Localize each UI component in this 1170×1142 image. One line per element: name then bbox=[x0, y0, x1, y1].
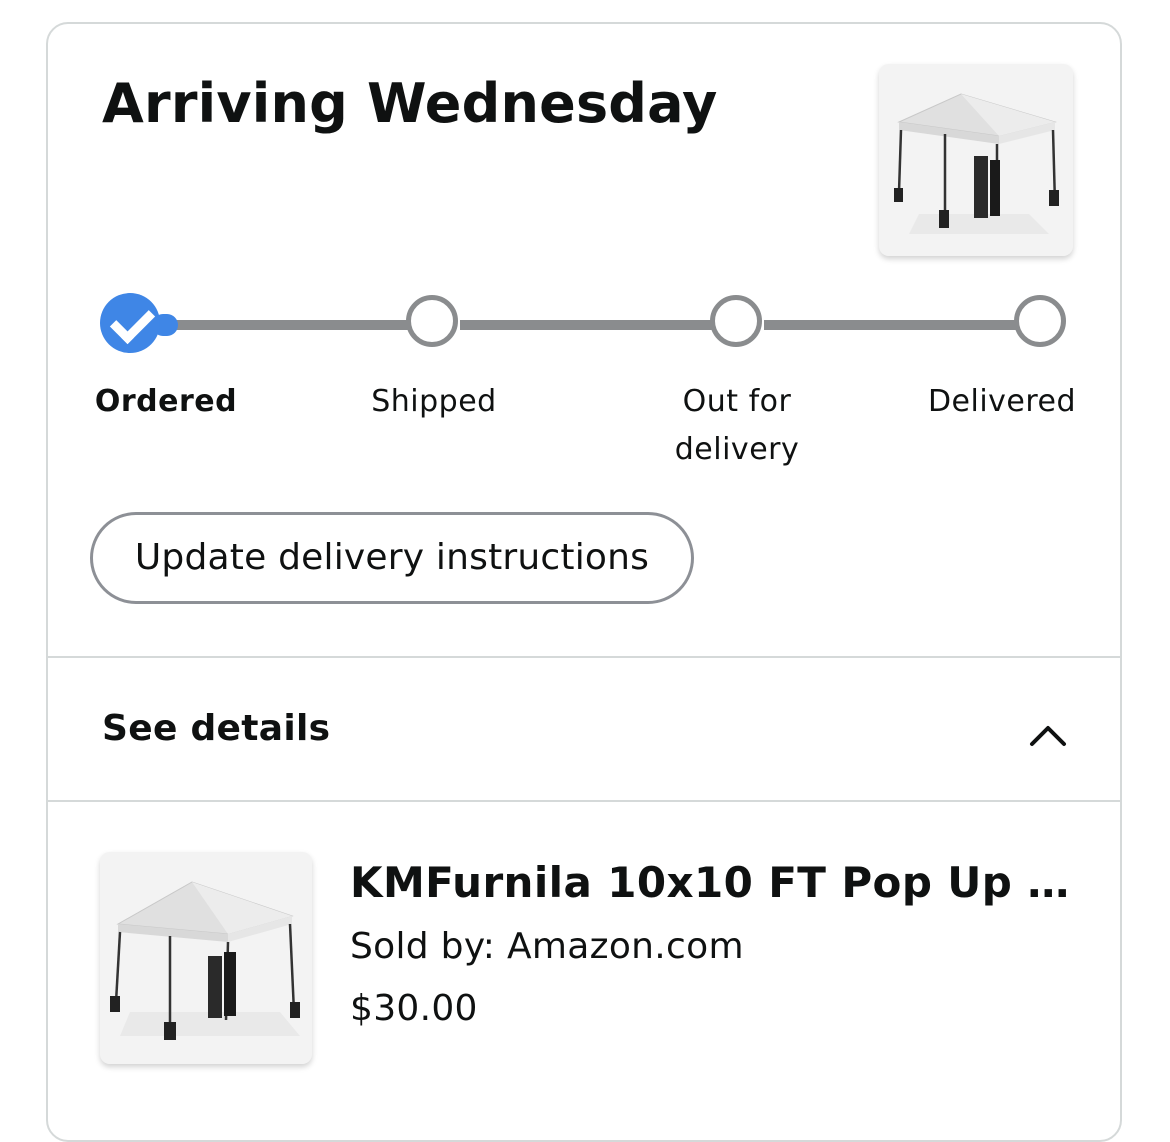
product-thumbnail[interactable] bbox=[100, 852, 312, 1064]
progress-line-segment bbox=[460, 320, 716, 330]
step-ordered-node bbox=[100, 293, 160, 353]
step-out-for-delivery-label: Out for bbox=[682, 384, 792, 419]
see-details-toggle[interactable]: See details bbox=[48, 660, 1120, 802]
product-title-link[interactable]: KMFurnila 10x10 FT Pop Up C... bbox=[350, 858, 1080, 907]
update-delivery-instructions-button[interactable]: Update delivery instructions bbox=[90, 512, 694, 604]
canopy-tent-image bbox=[100, 852, 312, 1064]
step-shipped-node bbox=[406, 295, 458, 347]
checkmark-icon bbox=[109, 298, 156, 345]
progress-line-segment bbox=[764, 320, 1016, 330]
step-out-for-delivery-node bbox=[710, 295, 762, 347]
delivery-card: Arriving Wednesday Ordered Shipped Out f… bbox=[46, 22, 1122, 1142]
step-shipped-label: Shipped bbox=[371, 384, 497, 419]
product-price: $30.00 bbox=[350, 988, 478, 1029]
section-divider bbox=[48, 656, 1120, 658]
step-out-for-delivery-label-line2: delivery bbox=[674, 432, 800, 467]
progress-line-segment bbox=[158, 320, 410, 330]
section-divider bbox=[48, 800, 1120, 802]
product-seller: Sold by: Amazon.com bbox=[350, 926, 744, 967]
chevron-up-icon[interactable] bbox=[1028, 720, 1068, 750]
step-delivered-node bbox=[1014, 295, 1066, 347]
delivery-progress-tracker: Ordered Shipped Out for delivery Deliver… bbox=[48, 24, 1124, 504]
step-ordered-label: Ordered bbox=[94, 384, 238, 419]
step-delivered-label: Delivered bbox=[927, 384, 1077, 419]
see-details-label: See details bbox=[102, 708, 331, 749]
